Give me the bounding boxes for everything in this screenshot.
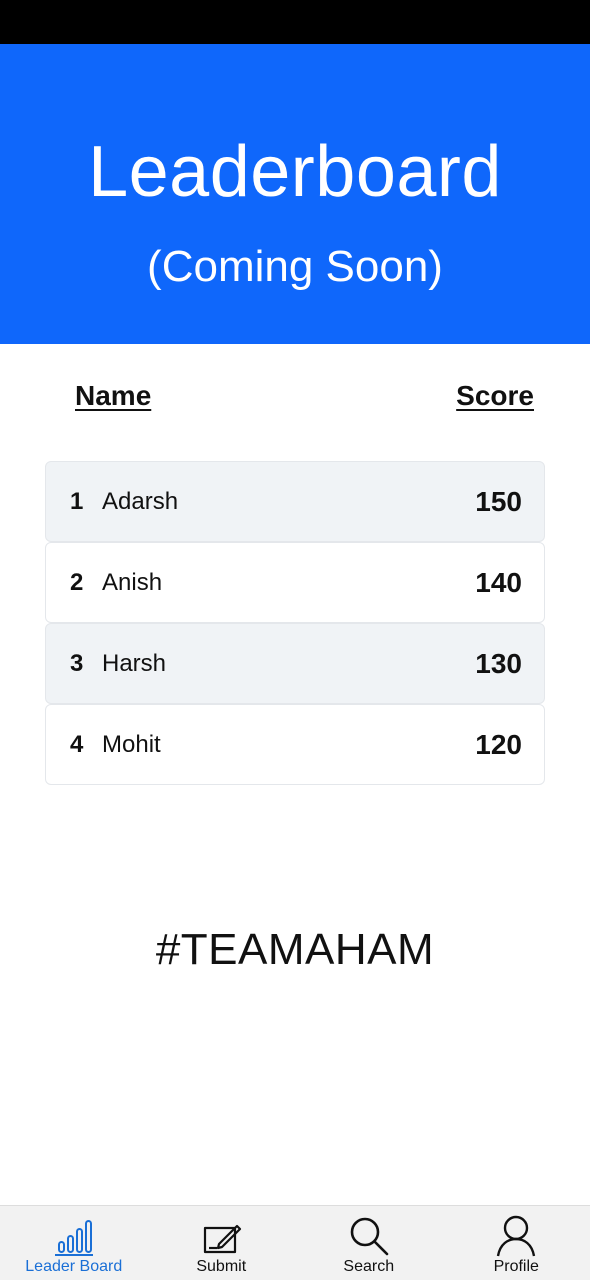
nav-leader-board[interactable]: Leader Board <box>0 1206 148 1280</box>
column-header-name: Name <box>75 380 152 411</box>
player-score: 140 <box>475 567 522 598</box>
rank-number: 1 <box>70 488 84 515</box>
leaderboard-row: 2 Anish 140 <box>45 542 545 623</box>
bottom-navigation: Leader Board Submit Search Profile <box>0 1205 590 1280</box>
bar-chart-icon <box>54 1220 93 1256</box>
player-score: 150 <box>475 486 522 517</box>
nav-profile[interactable]: Profile <box>443 1206 590 1280</box>
team-tagline: #TEAMAHAM <box>155 925 435 974</box>
nav-submit[interactable]: Submit <box>148 1206 296 1280</box>
player-score: 120 <box>475 729 522 760</box>
player-name: Adarsh <box>102 488 179 515</box>
player-score: 130 <box>475 648 522 679</box>
rank-number: 2 <box>70 569 84 596</box>
edit-icon <box>204 1224 242 1254</box>
player-name: Harsh <box>102 650 167 677</box>
player-name: Mohit <box>102 731 161 758</box>
profile-icon <box>497 1215 536 1257</box>
rank-number: 4 <box>70 731 84 758</box>
nav-label: Profile <box>493 1258 539 1275</box>
header-banner: Leaderboard (Coming Soon) <box>0 44 590 344</box>
nav-label: Leader Board <box>25 1258 123 1275</box>
nav-label: Search <box>343 1258 395 1275</box>
rank-number: 3 <box>70 650 84 677</box>
page-subtitle: (Coming Soon) <box>147 242 443 291</box>
column-header-score: Score <box>456 380 534 411</box>
leaderboard-row: 3 Harsh 130 <box>45 623 545 704</box>
status-bar <box>0 0 590 44</box>
nav-label: Submit <box>196 1258 247 1275</box>
leaderboard-list: 1 Adarsh 150 2 Anish 140 3 Harsh 130 4 M… <box>45 461 545 785</box>
nav-search[interactable]: Search <box>295 1206 443 1280</box>
leaderboard-row: 4 Mohit 120 <box>45 704 545 785</box>
page-title: Leaderboard <box>88 132 502 212</box>
player-name: Anish <box>102 569 163 596</box>
leaderboard-row: 1 Adarsh 150 <box>45 461 545 542</box>
search-icon <box>350 1217 389 1256</box>
